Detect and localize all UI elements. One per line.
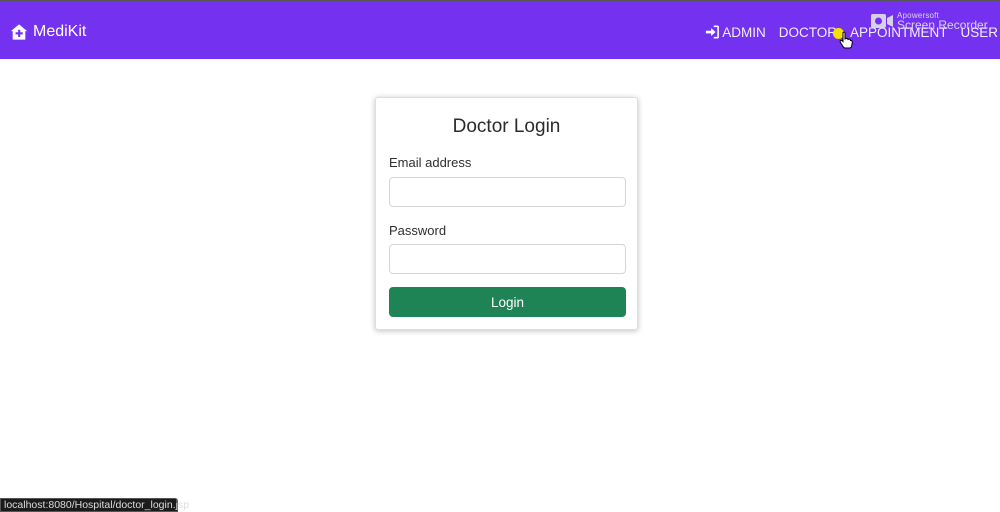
password-field[interactable] <box>389 244 626 274</box>
brand-link[interactable]: MediKit <box>10 22 86 42</box>
nav-link-admin[interactable]: ADMIN <box>705 25 766 40</box>
status-bar-url: localhost:8080/Hospital/doctor_login.jsp <box>0 498 189 512</box>
sign-in-icon <box>706 25 720 39</box>
top-navbar: MediKit ADMIN DOCTOR APPOINTMENT USER <box>0 0 1000 59</box>
login-button[interactable]: Login <box>389 287 626 317</box>
nav-link-doctor[interactable]: DOCTOR <box>779 25 837 40</box>
login-title: Doctor Login <box>452 116 561 137</box>
recorder-watermark: Apowersoft Screen Recorder <box>870 10 998 40</box>
password-label: Password <box>389 223 447 238</box>
hand-pointer-icon <box>839 31 853 49</box>
hospital-icon <box>10 24 28 40</box>
login-card: Doctor Login Email address Password Logi… <box>375 97 638 330</box>
brand-name: MediKit <box>33 23 87 40</box>
email-label: Email address <box>389 155 472 170</box>
video-camera-icon <box>871 14 893 28</box>
watermark-product: Screen Recorder <box>897 18 988 32</box>
nav-link-admin-label: ADMIN <box>722 24 766 40</box>
email-field[interactable] <box>389 177 626 207</box>
nav-link-doctor-label: DOCTOR <box>778 24 837 40</box>
